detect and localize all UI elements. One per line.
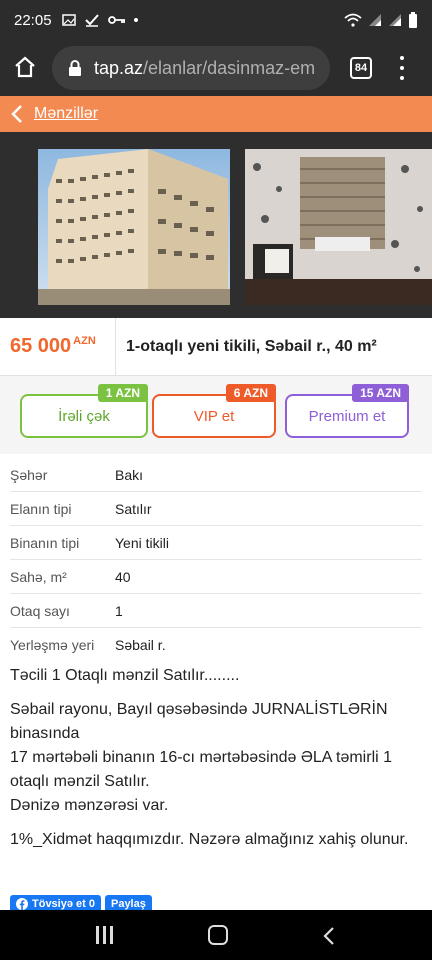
promote-forward-button[interactable]: İrəli çək 1 AZN xyxy=(20,384,148,438)
listing-header: 65 000 AZN 1-otaqlı yeni tikili, Səbail r… xyxy=(0,318,432,376)
url-host: tap.az xyxy=(94,57,144,78)
premium-price-badge: 15 AZN xyxy=(352,384,409,402)
description-line: Dənizə mənzərəsi var. xyxy=(10,797,169,814)
property-row: Şəhər Bakı xyxy=(10,458,422,492)
property-table: Şəhər Bakı Elanın tipi Satılır Binanın tip… xyxy=(10,458,422,662)
back-icon[interactable] xyxy=(322,926,336,946)
promote-forward-price-badge: 1 AZN xyxy=(97,384,148,402)
promo-panel: İrəli çək 1 AZN VIP et 6 AZN Premium et … xyxy=(0,376,432,454)
wifi-icon xyxy=(344,13,362,27)
vip-button[interactable]: VIP et 6 AZN xyxy=(152,384,276,438)
tab-switcher-button[interactable]: 84 xyxy=(350,57,372,79)
property-row: Otaq sayı 1 xyxy=(10,594,422,628)
menu-icon[interactable] xyxy=(394,56,410,80)
listing-description: Təcili 1 Otaqlı mənzil Satılır........ S… xyxy=(10,664,422,862)
property-row: Binanın tipi Yeni tikili xyxy=(10,526,422,560)
home-button-icon[interactable] xyxy=(208,925,228,945)
property-key: Elanın tipi xyxy=(10,500,72,517)
dot-icon xyxy=(133,18,138,22)
description-line: 17 mərtəbəli binanın 16-cı mərtəbəsində … xyxy=(10,749,393,790)
back-chevron-icon[interactable] xyxy=(0,104,34,124)
description-paragraph: Təcili 1 Otaqlı mənzil Satılır........ xyxy=(10,667,240,684)
property-row: Yerləşmə yeri Səbail r. xyxy=(10,628,422,662)
property-key: Şəhər xyxy=(10,466,48,483)
status-bar: 22:05 xyxy=(0,0,432,40)
status-time: 22:05 xyxy=(14,11,52,29)
url-path: /elanlar/dasinmaz-em xyxy=(143,57,316,78)
listing-photo-building[interactable] xyxy=(38,149,230,305)
property-key: Sahə, m² xyxy=(10,568,67,585)
key-icon xyxy=(107,16,125,24)
description-paragraph: 1%_Xidmət haqqımızdır. Nəzərə almağınız … xyxy=(10,831,409,848)
property-value: Səbail r. xyxy=(115,637,166,653)
property-row: Sahə, m² 40 xyxy=(10,560,422,594)
signal-icon xyxy=(369,14,381,26)
property-value: Bakı xyxy=(115,466,144,483)
vip-label: VIP et xyxy=(193,407,235,425)
promote-forward-label: İrəli çək xyxy=(58,407,110,425)
url-bar[interactable]: tap.az/elanlar/dasinmaz-em xyxy=(52,46,330,90)
property-value: Satılır xyxy=(115,500,152,517)
recents-icon[interactable] xyxy=(96,926,113,944)
category-link[interactable]: Mənzillər xyxy=(34,105,98,123)
signal-icon-2 xyxy=(389,14,401,26)
property-key: Otaq sayı xyxy=(10,602,70,619)
price-value: 65 000 xyxy=(10,335,72,357)
premium-button[interactable]: Premium et 15 AZN xyxy=(285,384,409,438)
property-key: Binanın tipi xyxy=(10,534,80,551)
price-currency: AZN xyxy=(73,335,96,347)
home-icon[interactable] xyxy=(14,56,36,78)
share-label: Paylaş xyxy=(110,898,146,910)
category-nav: Mənzillər xyxy=(0,96,432,132)
vip-price-badge: 6 AZN xyxy=(225,384,276,402)
property-value: 40 xyxy=(115,568,131,585)
description-paragraph: Səbail rayonu, Bayıl qəsəbəsində JURNALİ… xyxy=(10,698,422,818)
price: 65 000 AZN xyxy=(0,318,116,375)
system-nav-bar xyxy=(0,910,432,960)
listing-title: 1-otaqlı yeni tikili, Səbail r., 40 m² xyxy=(126,337,377,355)
battery-icon xyxy=(409,12,417,28)
property-value: Yeni tikili xyxy=(115,534,169,551)
lock-icon xyxy=(69,60,81,76)
recommend-label: Tövsiyə et 0 xyxy=(32,898,95,910)
premium-label: Premium et xyxy=(308,407,386,425)
listing-photo-interior[interactable] xyxy=(245,149,432,305)
gallery-icon xyxy=(61,14,76,26)
photo-gallery xyxy=(0,132,432,318)
property-value: 1 xyxy=(115,602,123,619)
description-line: Səbail rayonu, Bayıl qəsəbəsində JURNALİ… xyxy=(10,701,388,742)
check-icon xyxy=(84,14,99,27)
facebook-icon xyxy=(16,898,28,910)
browser-toolbar: tap.az/elanlar/dasinmaz-em 84 xyxy=(0,40,432,96)
property-key: Yerləşmə yeri xyxy=(10,637,95,653)
property-row: Elanın tipi Satılır xyxy=(10,492,422,526)
